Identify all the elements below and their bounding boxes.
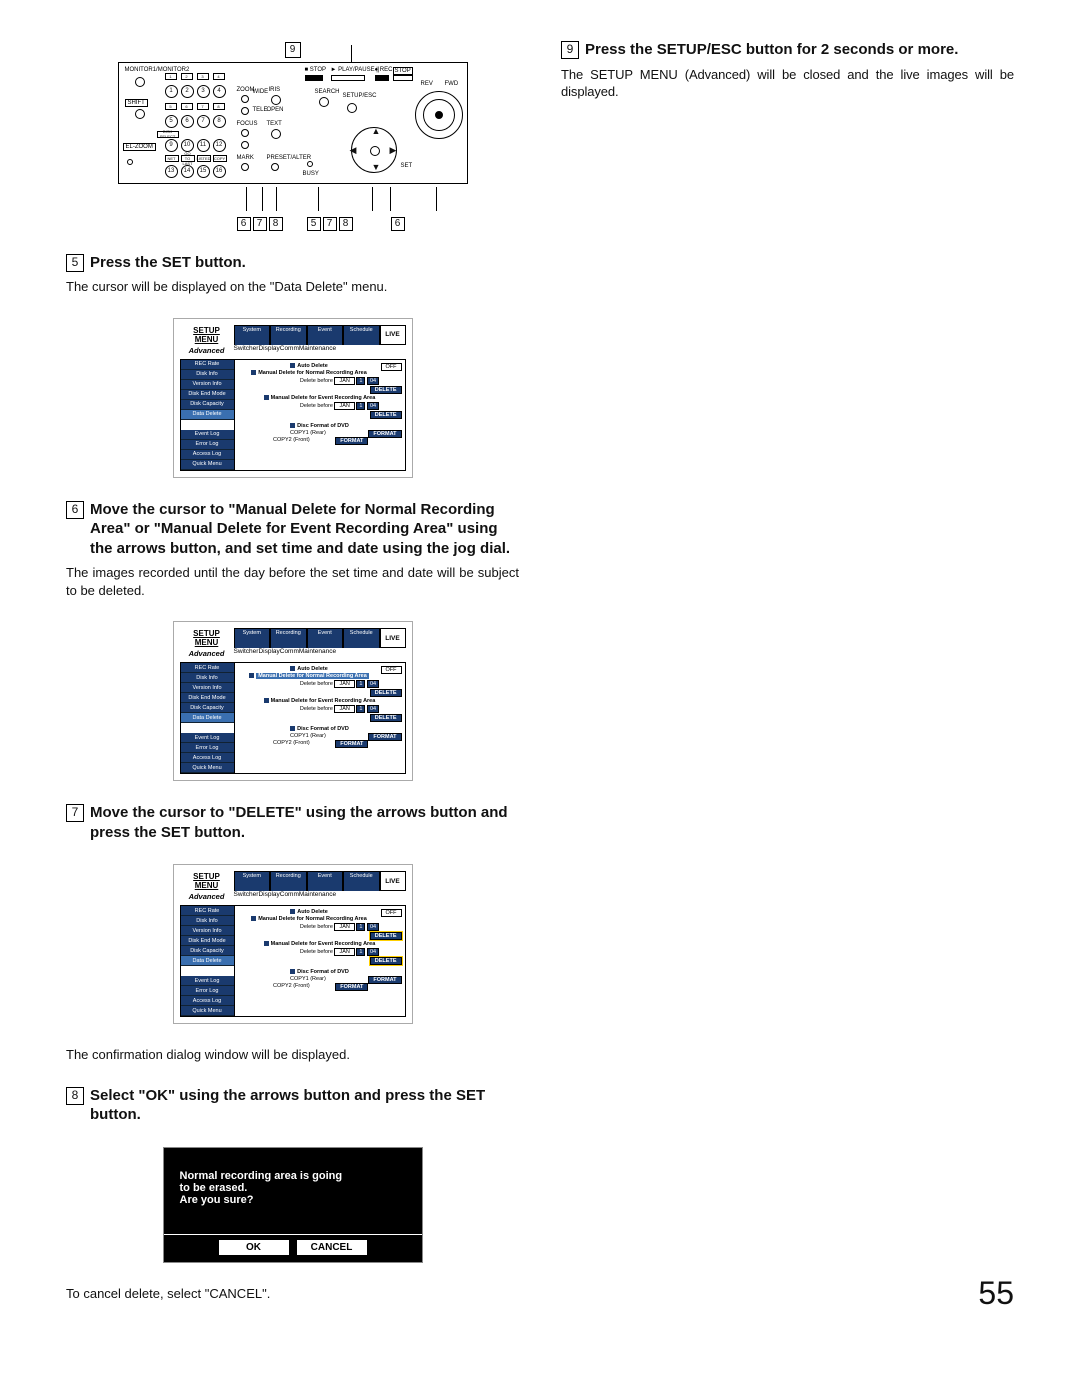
- step-title: Press the SETUP/ESC button for 2 seconds…: [585, 40, 1014, 60]
- control-panel-figure: 9 ■ STOP ► PLAY/PAUSE || ● REC STOP MONI…: [66, 40, 519, 231]
- key: 13: [165, 165, 178, 178]
- lbl: MONITOR1/MONITOR2: [125, 67, 159, 73]
- key: 15: [197, 165, 210, 178]
- step-body: The confirmation dialog window will be d…: [66, 1046, 519, 1064]
- key: 11: [197, 139, 210, 152]
- screenshot-step5: SETUP MENUSystemRecordingEventScheduleLI…: [66, 318, 519, 478]
- step-8: 8 Select "OK" using the arrows button an…: [66, 1086, 519, 1125]
- key: 8: [213, 115, 226, 128]
- lbl: SET: [401, 163, 413, 169]
- lbl: PLAY/PAUSE: [338, 67, 374, 73]
- lbl: SETUP/ESC: [343, 93, 377, 99]
- lbl: GO TO LAST: [181, 155, 195, 162]
- callout: 6: [391, 217, 405, 231]
- lbl: SEARCH: [315, 89, 340, 95]
- callout: 8: [339, 217, 353, 231]
- callout: 5: [307, 217, 321, 231]
- callout: 7: [323, 217, 337, 231]
- dialog-line: Normal recording area is going: [180, 1170, 406, 1182]
- lbl: STOP: [310, 67, 326, 73]
- lbl: NET: [165, 155, 179, 162]
- step-title: Move the cursor to "DELETE" using the ar…: [90, 803, 519, 842]
- dialog-line: Are you sure?: [180, 1194, 406, 1206]
- lbl: REC: [380, 67, 393, 73]
- lbl: BUSY: [303, 171, 319, 177]
- callout: 6: [237, 217, 251, 231]
- lbl: PRESET/ALTER: [267, 155, 312, 161]
- callout-num: 9: [285, 42, 301, 58]
- page-number: 55: [978, 1275, 1014, 1312]
- key: 14: [181, 165, 194, 178]
- key: 5: [165, 115, 178, 128]
- lbl: TELE: [253, 107, 268, 113]
- key: 7: [197, 115, 210, 128]
- step-title: Press the SET button.: [90, 253, 519, 273]
- step-number: 6: [66, 501, 84, 519]
- lbl: EL-ZOOM: [123, 143, 156, 151]
- key: 4: [213, 85, 226, 98]
- ok-button[interactable]: OK: [218, 1239, 290, 1256]
- step-body: The images recorded until the day before…: [66, 564, 519, 599]
- step-title: Select "OK" using the arrows button and …: [90, 1086, 519, 1125]
- front-panel-diagram: ■ STOP ► PLAY/PAUSE || ● REC STOP MONITO…: [118, 62, 468, 184]
- step-number: 7: [66, 804, 84, 822]
- key: 2: [181, 85, 194, 98]
- lbl: FOCUS: [237, 121, 258, 127]
- cancel-button[interactable]: CANCEL: [296, 1239, 368, 1256]
- step-9: 9 Press the SETUP/ESC button for 2 secon…: [561, 40, 1014, 101]
- step-body: The SETUP MENU (Advanced) will be closed…: [561, 66, 1014, 101]
- step-number: 9: [561, 41, 579, 59]
- lbl: OPEN: [267, 107, 284, 113]
- step-title: Move the cursor to "Manual Delete for No…: [90, 500, 519, 559]
- key: 1: [165, 85, 178, 98]
- step-number: 8: [66, 1087, 84, 1105]
- callout: 8: [269, 217, 283, 231]
- key: 12: [213, 139, 226, 152]
- step-5: 5 Press the SET button. The cursor will …: [66, 253, 519, 296]
- key: 3: [197, 85, 210, 98]
- lbl: REV: [421, 81, 433, 87]
- callout: 7: [253, 217, 267, 231]
- step-number: 5: [66, 254, 84, 272]
- key: 6: [181, 115, 194, 128]
- lbl: FWD: [445, 81, 459, 87]
- step-7: 7 Move the cursor to "DELETE" using the …: [66, 803, 519, 842]
- lbl: SHIFT: [125, 99, 148, 107]
- lbl: LISTED: [197, 155, 211, 162]
- step-6: 6 Move the cursor to "Manual Delete for …: [66, 500, 519, 600]
- lbl: STOP: [393, 67, 413, 75]
- lbl: WIDE: [253, 89, 269, 95]
- lbl: TEXT: [267, 121, 282, 127]
- step-body: The cursor will be displayed on the "Dat…: [66, 278, 519, 296]
- lbl: MARK: [237, 155, 254, 161]
- key: 9: [165, 139, 178, 152]
- step-body: To cancel delete, select "CANCEL".: [66, 1285, 519, 1303]
- dialog-line: to be erased.: [180, 1182, 406, 1194]
- screenshot-step7: SETUP MENUSystemRecordingEventScheduleLI…: [66, 864, 519, 1024]
- lbl: DISK SELECT: [157, 131, 179, 138]
- confirm-dialog: Normal recording area is going to be era…: [66, 1147, 519, 1263]
- lbl: IRIS: [269, 87, 281, 93]
- key: 16: [213, 165, 226, 178]
- screenshot-step6: SETUP MENUSystemRecordingEventScheduleLI…: [66, 621, 519, 781]
